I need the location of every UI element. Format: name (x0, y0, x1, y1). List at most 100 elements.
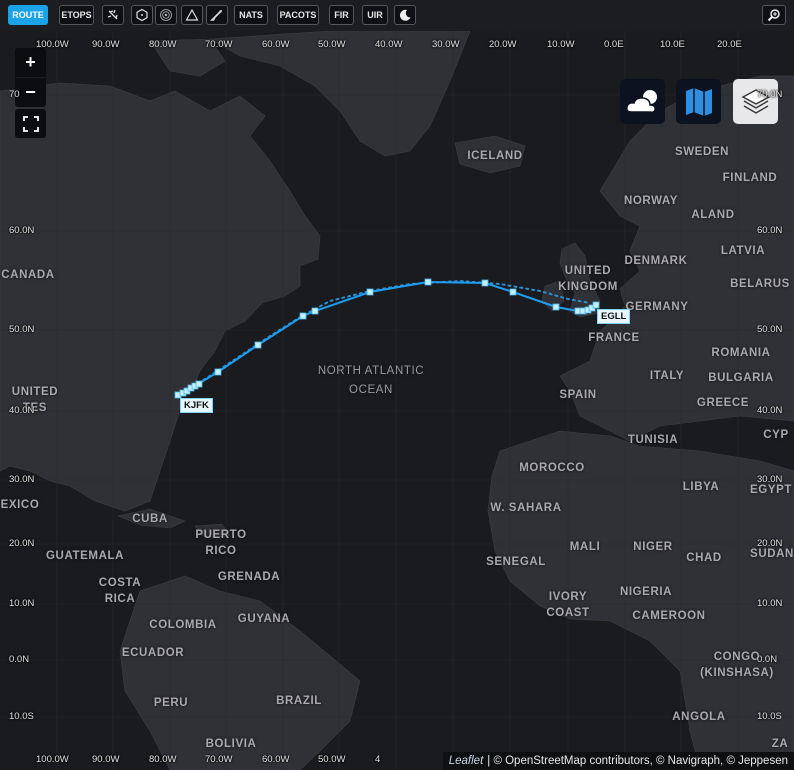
nats-button[interactable]: NATS (234, 5, 268, 25)
map-attribution: Leaflet | © OpenStreetMap contributors, … (442, 752, 794, 770)
lat-label-right: 0.0N (757, 654, 778, 665)
zoom-search-icon (767, 9, 780, 22)
zoom-in-button[interactable]: + (15, 48, 46, 77)
country-label: LATVIA (720, 245, 766, 257)
lon-label-top: 90.0W (92, 39, 120, 50)
lon-label-bottom: 70.0W (205, 754, 233, 765)
lat-label-right: 30.0N (757, 474, 783, 485)
triangle-icon (185, 8, 199, 21)
country-label: NIGERIA (619, 586, 673, 598)
lat-label-left: 20.0N (9, 538, 35, 549)
country-label: ECUADOR (121, 647, 185, 659)
uir-button[interactable]: UIR (362, 5, 388, 25)
etops-button[interactable]: ETOPS (59, 5, 94, 25)
lon-label-top: 70.0W (205, 39, 233, 50)
lat-label-right: 40.0N (757, 405, 783, 416)
origin-airport-label[interactable]: KJFK (180, 398, 213, 413)
target-button[interactable] (155, 5, 177, 25)
country-label: ANGOLA (672, 711, 726, 723)
country-label: BRAZIL (276, 695, 322, 707)
weather-layer-icon (625, 89, 657, 113)
north-america-landmass (0, 82, 321, 512)
lat-label-left: 10.0S (9, 711, 34, 722)
country-label: SPAIN (559, 389, 597, 401)
waypoint-marker (592, 301, 600, 309)
waypoint-marker (366, 288, 374, 296)
lon-label-top: 40.0W (375, 39, 403, 50)
lat-label-left: 40.0N (9, 405, 35, 416)
lon-label-top: 20.0E (717, 39, 742, 50)
waypoint-marker (509, 288, 517, 296)
country-label: COLOMBIA (149, 619, 217, 631)
lon-label-bottom: 4 (375, 754, 381, 765)
fullscreen-button[interactable] (15, 109, 46, 138)
moon-icon (399, 9, 411, 21)
triangle-button[interactable] (181, 5, 203, 25)
country-label: ITALY (649, 370, 685, 382)
lon-label-top: 30.0W (432, 39, 460, 50)
country-label: NIGER (633, 541, 673, 553)
fullscreen-icon (22, 115, 39, 132)
country-label: FRANCE (588, 332, 640, 344)
country-label: LIBYA (682, 481, 720, 493)
lat-label-right: 60.0N (757, 225, 783, 236)
zoom-search-button[interactable] (762, 5, 786, 25)
lon-label-top: 80.0W (149, 39, 177, 50)
app: ROUTE ETOPS NATS PACOTS FIR UIR + − ICEL… (0, 0, 794, 770)
country-label: CYP (763, 429, 789, 441)
lon-label-top: 100.0W (36, 39, 69, 50)
rocket-button[interactable] (206, 5, 228, 25)
land-masses (0, 31, 794, 770)
lon-label-top: 0.0E (604, 39, 624, 50)
country-label: ROMANIA (711, 347, 771, 359)
stack-layer-button[interactable] (733, 79, 778, 124)
hexagon-icon (136, 8, 148, 22)
lon-label-bottom: 100.0W (36, 754, 69, 765)
lat-label-left: 60.0N (9, 225, 35, 236)
target-icon (160, 9, 172, 21)
country-label: GREECE (696, 397, 750, 409)
waypoint-marker (195, 380, 203, 388)
map-viewport[interactable]: + − ICELAND SWEDEN FINLAND NORWAY ALAND … (0, 31, 794, 770)
country-label: ZA (771, 738, 789, 750)
waypoint-marker (214, 368, 222, 376)
country-label: SUDAN (750, 548, 794, 560)
attribution-text: | © OpenStreetMap contributors, © Navigr… (487, 755, 788, 767)
map-canvas (0, 31, 794, 770)
fir-button[interactable]: FIR (329, 5, 354, 25)
waypoint-marker (424, 278, 432, 286)
lat-label-right: 20.0N (757, 538, 783, 549)
destination-airport-label[interactable]: EGLL (597, 309, 631, 324)
map-layer-button[interactable] (676, 79, 721, 124)
country-label: EGYPT (750, 484, 792, 496)
leaflet-link[interactable]: Leaflet (449, 755, 484, 767)
route-button[interactable]: ROUTE (8, 5, 48, 25)
country-label: FINLAND (722, 172, 778, 184)
plane-button[interactable] (102, 5, 124, 25)
country-label: CANADA (1, 269, 55, 281)
hexagon-button[interactable] (131, 5, 153, 25)
map-layer-icon (685, 87, 712, 116)
plane-icon (107, 9, 118, 20)
waypoint-marker (481, 279, 489, 287)
lat-label-right: 10.0S (757, 711, 782, 722)
lat-label-left: 0.0N (9, 654, 30, 665)
pacots-button[interactable]: PACOTS (277, 5, 319, 25)
lat-label-left: 10.0N (9, 598, 35, 609)
country-label: CUBA (132, 513, 168, 525)
country-label: CHAD (686, 552, 722, 564)
country-label: COSTA RICA (98, 577, 142, 605)
country-label: SENEGAL (486, 556, 546, 568)
lon-label-bottom: 80.0W (149, 754, 177, 765)
night-mode-button[interactable] (394, 5, 416, 25)
lon-label-top: 10.0W (547, 39, 575, 50)
country-label: GUYANA (237, 613, 291, 625)
country-label: EXICO (0, 499, 40, 511)
country-label: UNITED KINGDOM (558, 265, 618, 293)
weather-layer-button[interactable] (620, 79, 665, 124)
lat-label-right: 70.0N (757, 89, 783, 100)
lon-label-bottom: 60.0W (262, 754, 290, 765)
country-label: DENMARK (624, 255, 688, 267)
lon-label-top: 10.0E (660, 39, 685, 50)
country-label: PERU (153, 697, 189, 709)
